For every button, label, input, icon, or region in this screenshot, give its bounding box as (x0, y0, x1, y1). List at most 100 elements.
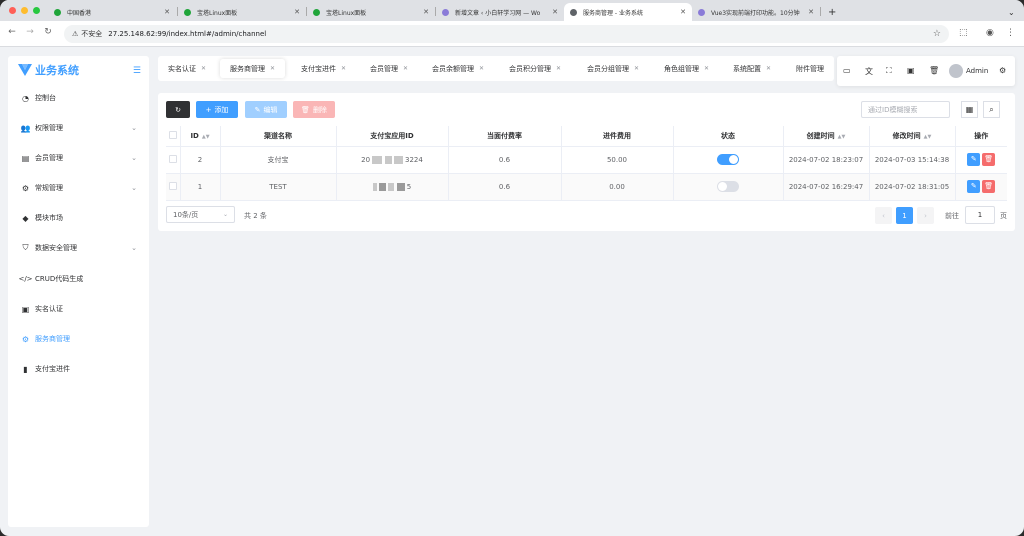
status-toggle[interactable] (717, 181, 739, 192)
trash-icon[interactable]: 🗑 (929, 66, 939, 75)
sort-icon[interactable]: ▲▼ (838, 134, 846, 140)
sidebar-item-alipay-onboarding[interactable]: ▮ 支付宝进件 (8, 359, 149, 379)
terminal-icon[interactable]: ▣ (907, 66, 915, 75)
browser-tab[interactable]: 宝塔Linux面板 ✕ (178, 3, 306, 21)
app-logo[interactable]: 业务系统 (18, 62, 79, 78)
bookmark-star-icon[interactable]: ☆ (933, 29, 941, 39)
row-delete-button[interactable]: 🗑 (982, 180, 996, 193)
close-icon[interactable]: ✕ (201, 65, 206, 72)
refresh-button[interactable]: ↻ (166, 101, 190, 118)
close-icon[interactable]: ✕ (341, 65, 346, 72)
avatar[interactable] (949, 64, 963, 78)
sidebar-item-permissions[interactable]: 👥 权限管理 ⌄ (8, 118, 149, 138)
minimize-window-button[interactable] (21, 7, 28, 14)
new-tab-button[interactable]: + (822, 3, 842, 21)
close-icon[interactable]: ✕ (479, 65, 484, 72)
close-tab-icon[interactable]: ✕ (294, 8, 300, 16)
goto-page-input[interactable]: 1 (965, 206, 995, 224)
tab-member-groups[interactable]: 会员分组管理 ✕ (577, 59, 649, 78)
tab-real-name[interactable]: 实名认证 ✕ (158, 59, 216, 78)
collapse-menu-icon[interactable]: ☰ (133, 66, 141, 76)
search-button[interactable]: ⌕ (983, 101, 1000, 118)
close-icon[interactable]: ✕ (270, 65, 275, 72)
chevron-down-icon: ⌄ (131, 184, 137, 192)
column-header[interactable]: 修改时间 ▲▼ (869, 126, 956, 147)
browser-tab[interactable]: 新增文章 ‹ 小白轩学习网 — Wo ✕ (436, 3, 564, 21)
row-edit-button[interactable]: ✎ (967, 153, 981, 166)
row-delete-button[interactable]: 🗑 (982, 153, 996, 166)
sidebar-item-dashboard[interactable]: ◔ 控制台 (8, 88, 149, 108)
page-size-select[interactable]: 10条/页 ⌄ (166, 206, 235, 223)
column-header[interactable]: 创建时间 ▲▼ (783, 126, 870, 147)
user-name[interactable]: Admin (966, 67, 988, 75)
browser-tab[interactable]: 宝塔Linux面板 ✕ (307, 3, 435, 21)
close-tab-icon[interactable]: ✕ (680, 8, 686, 16)
back-button[interactable]: ← (6, 27, 18, 37)
search-input[interactable]: 通过ID模糊搜索 (861, 101, 950, 118)
tab-alipay-onboarding[interactable]: 支付宝进件 ✕ (291, 59, 356, 78)
edit-button[interactable]: ✎ 编辑 (245, 101, 287, 118)
tab-service-provider[interactable]: 服务商管理 ✕ (220, 59, 286, 78)
tab-member-points[interactable]: 会员积分管理 ✕ (499, 59, 571, 78)
forward-button[interactable]: → (24, 27, 36, 37)
row-checkbox[interactable] (168, 181, 177, 190)
fullscreen-icon[interactable]: ⛶ (886, 66, 892, 76)
table-row[interactable]: 2 支付宝 20 3224 0.6 50.00 2024-07-02 18:23 (166, 146, 1007, 174)
sidebar-item-service-provider[interactable]: ⚙ 服务商管理 (8, 329, 149, 349)
close-icon[interactable]: ✕ (704, 65, 709, 72)
browser-menu-icon[interactable]: ⋮ (1006, 28, 1015, 38)
prev-page-button[interactable]: ‹ (875, 207, 892, 224)
tab-role-groups[interactable]: 角色组管理 ✕ (654, 59, 719, 78)
redacted-block (379, 182, 387, 191)
tab-members[interactable]: 会员管理 ✕ (360, 59, 418, 78)
sort-icon[interactable]: ▲▼ (202, 134, 210, 140)
sidebar-item-module-market[interactable]: ◆ 模块市场 (8, 208, 149, 228)
security-indicator[interactable]: ⚠ 不安全 (72, 29, 102, 39)
close-tab-icon[interactable]: ✕ (164, 8, 170, 16)
profile-icon[interactable]: ◉ (986, 28, 994, 38)
extensions-icon[interactable]: ⬚ (959, 28, 968, 38)
next-page-button[interactable]: › (917, 207, 934, 224)
reload-button[interactable]: ↻ (42, 27, 54, 37)
close-tab-icon[interactable]: ✕ (552, 8, 558, 16)
close-tab-icon[interactable]: ✕ (808, 8, 814, 16)
settings-icon[interactable]: ⚙ (999, 66, 1006, 75)
table-row[interactable]: 1 TEST 5 0.6 0.00 2024-07-02 16:29:47 20… (166, 173, 1007, 201)
browser-tab[interactable]: 中国香港 ✕ (48, 3, 176, 21)
close-icon[interactable]: ✕ (766, 65, 771, 72)
column-header[interactable]: ID ▲▼ (180, 126, 221, 147)
sidebar-item-label: 实名认证 (35, 305, 63, 313)
column-settings-button[interactable]: ▦ (961, 101, 978, 118)
browser-tab[interactable]: Vue3实现前端打印功能。10分钟 ✕ (692, 3, 820, 21)
delete-button[interactable]: 🗑 删除 (293, 101, 335, 118)
tab-attachments[interactable]: 附件管理 (786, 59, 834, 78)
close-icon[interactable]: ✕ (634, 65, 639, 72)
page-number-current[interactable]: 1 (896, 207, 913, 224)
translate-icon[interactable]: 文 (865, 66, 873, 77)
close-window-button[interactable] (9, 7, 16, 14)
sort-icon[interactable]: ▲▼ (924, 134, 932, 140)
row-edit-button[interactable]: ✎ (967, 180, 981, 193)
tab-member-balance[interactable]: 会员余额管理 ✕ (422, 59, 494, 78)
table-header-row: ID ▲▼ 渠道名称 支付宝应用ID 当面付费率 进件费用 状态 创建时间 ▲▼ 修… (166, 126, 1007, 147)
sidebar-item-data-security[interactable]: ⛉ 数据安全管理 ⌄ (8, 238, 149, 258)
maximize-window-button[interactable] (33, 7, 40, 14)
close-icon[interactable]: ✕ (556, 65, 561, 72)
sidebar-item-general[interactable]: ⚙ 常规管理 ⌄ (8, 178, 149, 198)
browser-tab-active[interactable]: 服务商管理 - 业务系统 ✕ (564, 3, 692, 21)
row-checkbox[interactable] (168, 154, 177, 163)
address-bar[interactable]: ⚠ 不安全 27.25.148.62:99/index.html#/admin/… (64, 25, 949, 43)
select-all-checkbox[interactable] (168, 130, 177, 139)
status-toggle[interactable] (717, 154, 739, 165)
cell-id: 1 (180, 173, 221, 201)
close-icon[interactable]: ✕ (403, 65, 408, 72)
close-tab-icon[interactable]: ✕ (423, 8, 429, 16)
tab-list-chevron-icon[interactable]: ⌄ (1002, 3, 1021, 21)
tab-system-config[interactable]: 系统配置 ✕ (723, 59, 781, 78)
monitor-icon[interactable]: ▭ (843, 66, 851, 75)
sidebar-item-crud[interactable]: </> CRUD代码生成 (8, 269, 149, 289)
sidebar-item-members[interactable]: ▤ 会员管理 ⌄ (8, 148, 149, 168)
add-button[interactable]: + 添加 (196, 101, 238, 118)
select-all-cell[interactable] (166, 126, 181, 147)
sidebar-item-real-name[interactable]: ▣ 实名认证 (8, 299, 149, 319)
